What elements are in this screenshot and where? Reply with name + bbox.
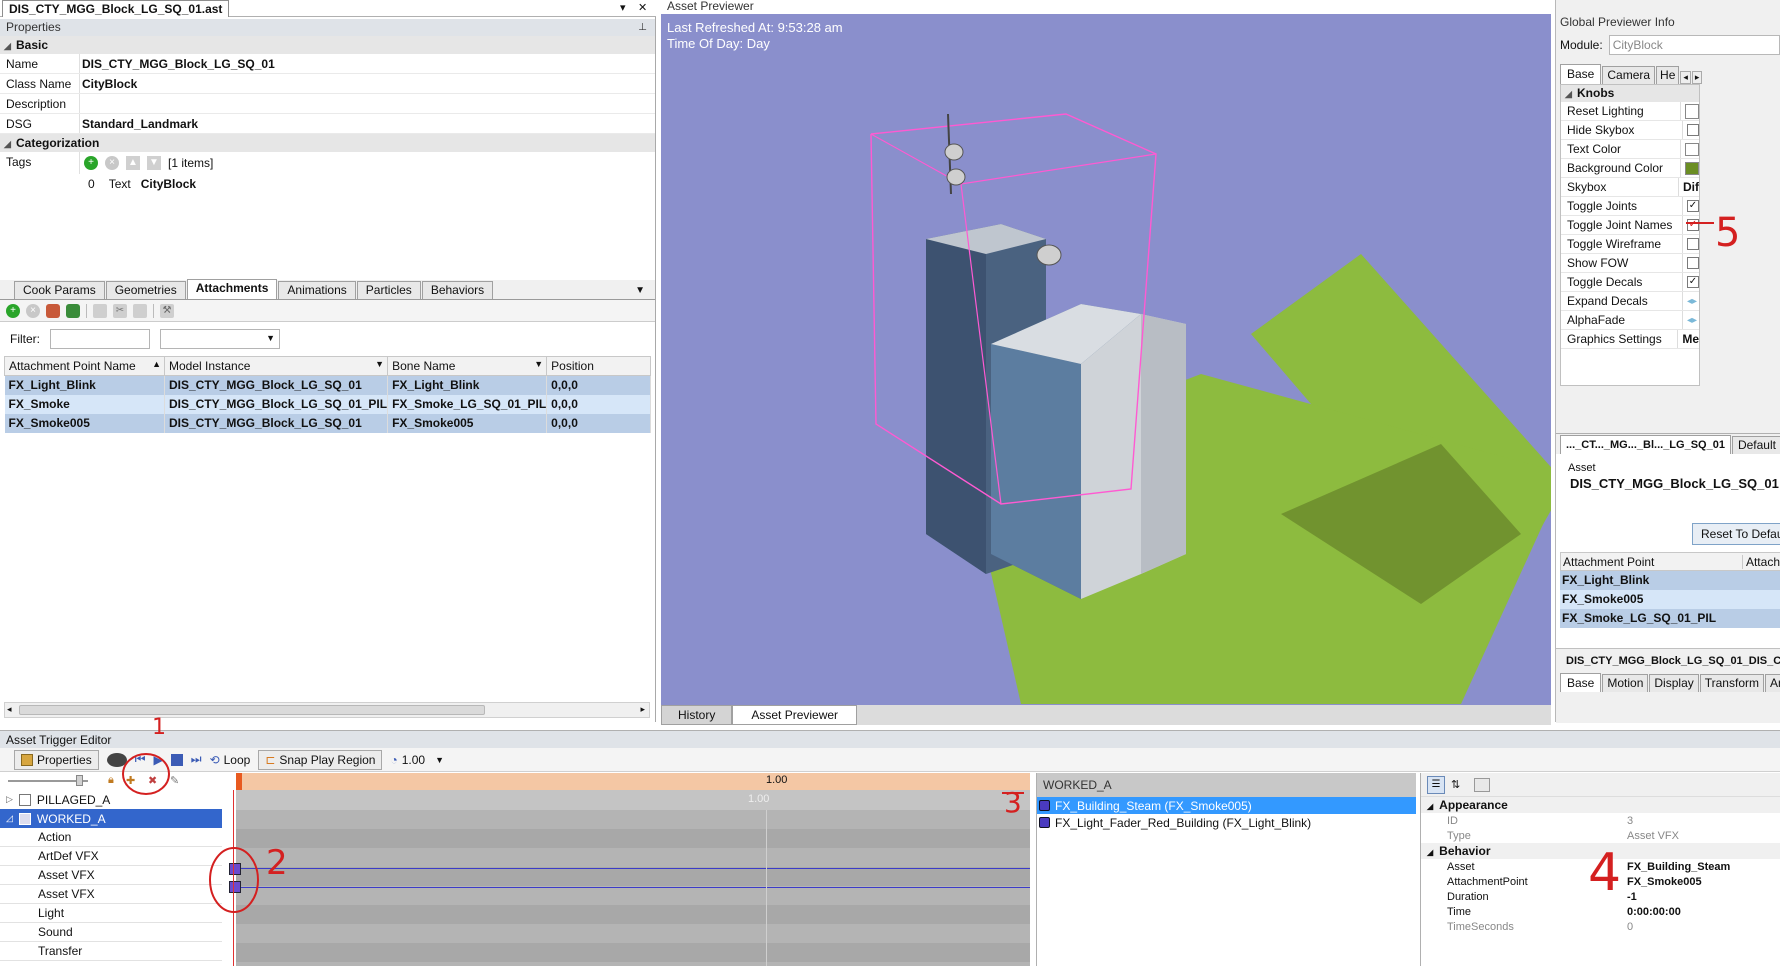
annotation-1: 1 bbox=[152, 715, 166, 740]
annotation-circle bbox=[122, 753, 170, 795]
annotation-overlay bbox=[122, 222, 1714, 913]
annotation-5: 5 bbox=[1715, 210, 1741, 256]
annotation-circle bbox=[209, 847, 259, 913]
annotation-2: 2 bbox=[266, 843, 288, 883]
annotation-3: 3 bbox=[1004, 786, 1022, 819]
annotation-4: 4 bbox=[1588, 843, 1622, 903]
